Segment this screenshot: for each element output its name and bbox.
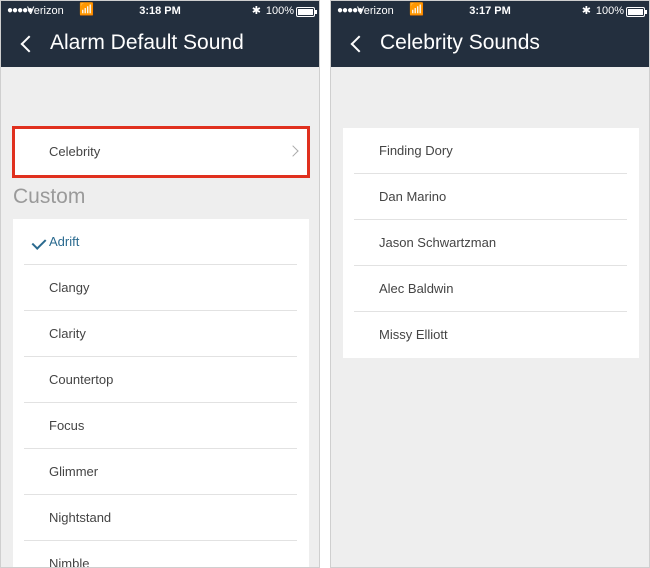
back-chevron-icon[interactable] [349, 33, 369, 55]
list-item-label: Jason Schwartzman [379, 235, 497, 250]
celebrity-sounds-screen: ●●●●● Verizon 📶 3:17 PM ✱ 100% Celebrity… [330, 0, 650, 568]
battery-icon [626, 7, 647, 17]
battery-icon [296, 7, 317, 17]
list-item-label: Nightstand [49, 510, 112, 525]
list-item-adrift[interactable]: Adrift [13, 219, 309, 265]
list-item-nightstand[interactable]: Nightstand [13, 495, 309, 541]
list-item-clangy[interactable]: Clangy [13, 265, 309, 311]
list-item-jason-schwartzman[interactable]: Jason Schwartzman [343, 220, 639, 266]
checkmark-icon [31, 235, 47, 250]
list-item-missy-elliott[interactable]: Missy Elliott [343, 312, 639, 358]
list-item-countertop[interactable]: Countertop [13, 357, 309, 403]
list-item-label: Dan Marino [379, 189, 447, 204]
alarm-default-sound-screen: ●●●●● Verizon 📶 3:18 PM ✱ 100% Alarm Def… [0, 0, 320, 568]
list-item-dan-marino[interactable]: Dan Marino [343, 174, 639, 220]
list-item-label: Nimble [49, 556, 90, 568]
list-item-label: Adrift [49, 234, 80, 249]
list-item-label: Clarity [49, 326, 86, 341]
list-item-focus[interactable]: Focus [13, 403, 309, 449]
list-item-label: Alec Baldwin [379, 281, 454, 296]
list-item-nimble[interactable]: Nimble [13, 541, 309, 568]
section-header-custom: Custom [13, 185, 86, 208]
nav-bar: Alarm Default Sound [1, 21, 319, 67]
nav-bar: Celebrity Sounds [331, 21, 649, 67]
custom-sounds-list: Adrift Clangy Clarity Countertop Focus G… [13, 219, 309, 568]
list-item-label: Clangy [49, 280, 90, 295]
list-item-label: Missy Elliott [379, 327, 448, 342]
list-item-clarity[interactable]: Clarity [13, 311, 309, 357]
status-bar: ●●●●● Verizon 📶 3:17 PM ✱ 100% [331, 1, 649, 21]
battery-percent: 100% [265, 5, 294, 17]
page-title: Celebrity Sounds [380, 31, 540, 54]
list-item-label: Focus [49, 418, 85, 433]
list-item-finding-dory[interactable]: Finding Dory [343, 128, 639, 174]
celebrity-sounds-list: Finding Dory Dan Marino Jason Schwartzma… [343, 128, 639, 358]
list-item-label: Finding Dory [379, 143, 453, 158]
back-chevron-icon[interactable] [19, 33, 39, 55]
battery-percent: 100% [595, 5, 624, 17]
list-item-glimmer[interactable]: Glimmer [13, 449, 309, 495]
highlight-box [12, 126, 310, 178]
bluetooth-icon: ✱ [251, 5, 261, 17]
list-item-label: Glimmer [49, 464, 99, 479]
status-bar: ●●●●● Verizon 📶 3:18 PM ✱ 100% [1, 1, 319, 21]
bluetooth-icon: ✱ [581, 5, 591, 17]
page-title: Alarm Default Sound [50, 31, 244, 54]
list-item-alec-baldwin[interactable]: Alec Baldwin [343, 266, 639, 312]
list-item-label: Countertop [49, 372, 114, 387]
